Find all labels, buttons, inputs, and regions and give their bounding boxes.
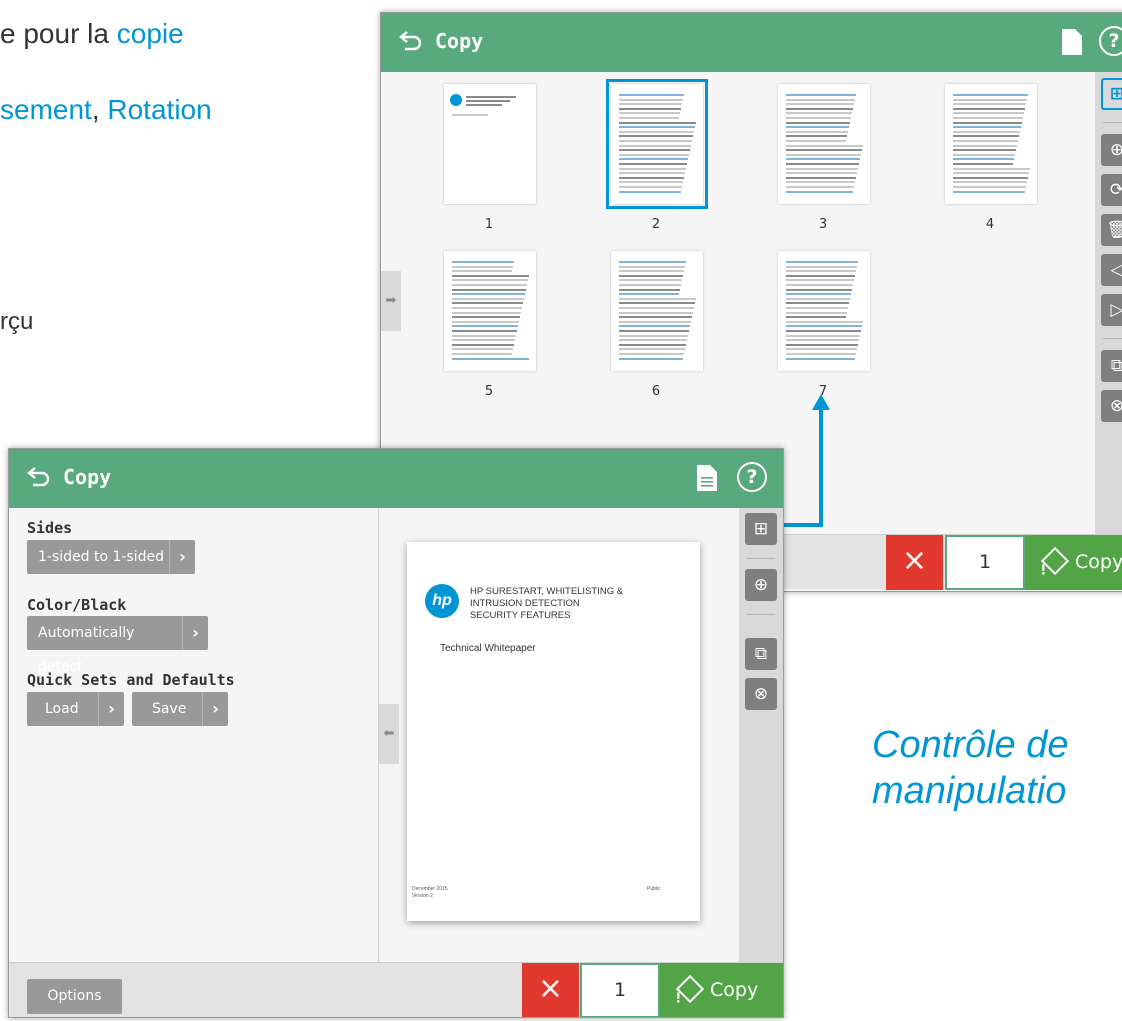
document-icon[interactable] <box>1061 28 1083 56</box>
grid-view-icon[interactable]: ⊞ <box>1101 78 1122 110</box>
arrow-right-icon: ➡ <box>385 293 397 308</box>
page-number: 4 <box>985 217 995 232</box>
delete-icon[interactable]: 🗑 <box>1101 214 1122 246</box>
page-number: 7 <box>818 384 828 399</box>
preview-doc-type: Technical Whitepaper <box>440 643 536 654</box>
start-icon <box>675 974 705 1004</box>
page-preview[interactable]: hp HP SURESTART, WHITELISTING & INTRUSION… <box>407 542 700 921</box>
help-icon[interactable]: ? <box>1099 26 1122 56</box>
thumbnail-page <box>444 251 536 371</box>
slide-caption: Contrôle de manipulatio <box>872 724 1069 812</box>
copies-field[interactable]: 1 <box>945 535 1025 590</box>
copy-button[interactable]: Copy <box>660 963 783 1017</box>
zoom-in-icon[interactable]: ⊕ <box>745 569 777 601</box>
quicksets-label: Quick Sets and Defaults <box>27 671 235 689</box>
thumbnail-page <box>778 84 870 204</box>
zoom-in-icon[interactable]: ⊕ <box>1101 134 1122 166</box>
titlebar: Copy ? <box>9 449 783 508</box>
bottom-bar: Options × 1 Copy <box>9 962 783 1017</box>
arrow-left-icon: ⬅ <box>383 726 395 741</box>
slide-link-copie: copie <box>116 18 184 49</box>
window-title: Copy <box>63 465 112 489</box>
preview-area: ⬅ hp HP SURESTART, WHITELISTING & INTRUSI… <box>379 508 737 962</box>
preview-doc-subtitle: SECURITY FEATURES <box>470 610 571 621</box>
clear-preview-icon[interactable]: ⊗ <box>745 678 777 710</box>
thumbnail-page <box>606 79 708 209</box>
back-icon[interactable] <box>397 28 423 54</box>
slide-text-line2: sement, Rotation <box>0 94 212 125</box>
slide-text-line3: rçu <box>0 308 34 335</box>
preview-doc-date: December 2015 Version 2 <box>412 886 448 899</box>
add-pages-icon[interactable]: ⧉ <box>1101 350 1122 382</box>
help-icon[interactable]: ? <box>737 462 767 492</box>
thumbnail-page <box>945 84 1037 204</box>
clear-preview-icon[interactable]: ⊗ <box>1101 390 1122 422</box>
copy-button[interactable]: Copy <box>1025 535 1122 590</box>
document-icon[interactable] <box>696 464 718 492</box>
page-toolbar: ⊞ ⊕ ⟳ 🗑 ◁ ▷ ⧉ ⊗ <box>1095 72 1122 534</box>
titlebar: Copy ? <box>381 13 1122 72</box>
slide-text-line1: e pour la copie <box>0 18 184 49</box>
grid-view-icon[interactable]: ⊞ <box>745 513 777 545</box>
collapse-panel-tab[interactable]: ⬅ <box>379 704 399 764</box>
move-right-icon[interactable]: ▷ <box>1101 294 1122 326</box>
chevron-right-icon: › <box>169 540 195 574</box>
start-icon <box>1040 546 1070 576</box>
load-button[interactable]: Load › <box>27 692 124 726</box>
sides-select[interactable]: 1-sided to 1-sided › <box>27 540 195 574</box>
copy-settings-window: Copy ? Sides 1-sided to 1-sided › Color/B… <box>8 448 784 1018</box>
settings-panel: Sides 1-sided to 1-sided › Color/Black Au… <box>9 508 379 962</box>
back-icon[interactable] <box>25 464 51 490</box>
page-thumbnail[interactable]: 4 <box>890 78 1090 238</box>
options-button[interactable]: Options <box>27 979 122 1014</box>
window-title: Copy <box>435 29 484 53</box>
preview-doc-title: HP SURESTART, WHITELISTING & INTRUSION DE… <box>470 586 624 609</box>
thumbnail-page <box>778 251 870 371</box>
chevron-right-icon: › <box>98 692 124 726</box>
thumbnail-page <box>611 251 703 371</box>
save-button[interactable]: Save › <box>132 692 228 726</box>
move-left-icon[interactable]: ◁ <box>1101 254 1122 286</box>
rotate-icon[interactable]: ⟳ <box>1101 174 1122 206</box>
page-thumbnail[interactable]: 7 <box>723 245 923 405</box>
hp-logo: hp <box>425 584 459 618</box>
color-label: Color/Black <box>27 596 127 614</box>
chevron-right-icon: › <box>182 616 208 650</box>
preview-doc-classification: Public <box>647 886 661 892</box>
chevron-right-icon: › <box>202 692 228 726</box>
cancel-button[interactable]: × <box>886 535 943 590</box>
page-toolbar: ⊞ ⊕ ⧉ ⊗ <box>739 508 783 962</box>
color-select[interactable]: Automatically detect › <box>27 616 208 675</box>
cancel-button[interactable]: × <box>522 963 579 1017</box>
sides-label: Sides <box>27 519 73 537</box>
thumbnail-page <box>444 84 536 204</box>
expand-panel-tab[interactable]: ➡ <box>381 271 401 331</box>
copies-field[interactable]: 1 <box>580 963 660 1017</box>
add-pages-icon[interactable]: ⧉ <box>745 638 777 670</box>
